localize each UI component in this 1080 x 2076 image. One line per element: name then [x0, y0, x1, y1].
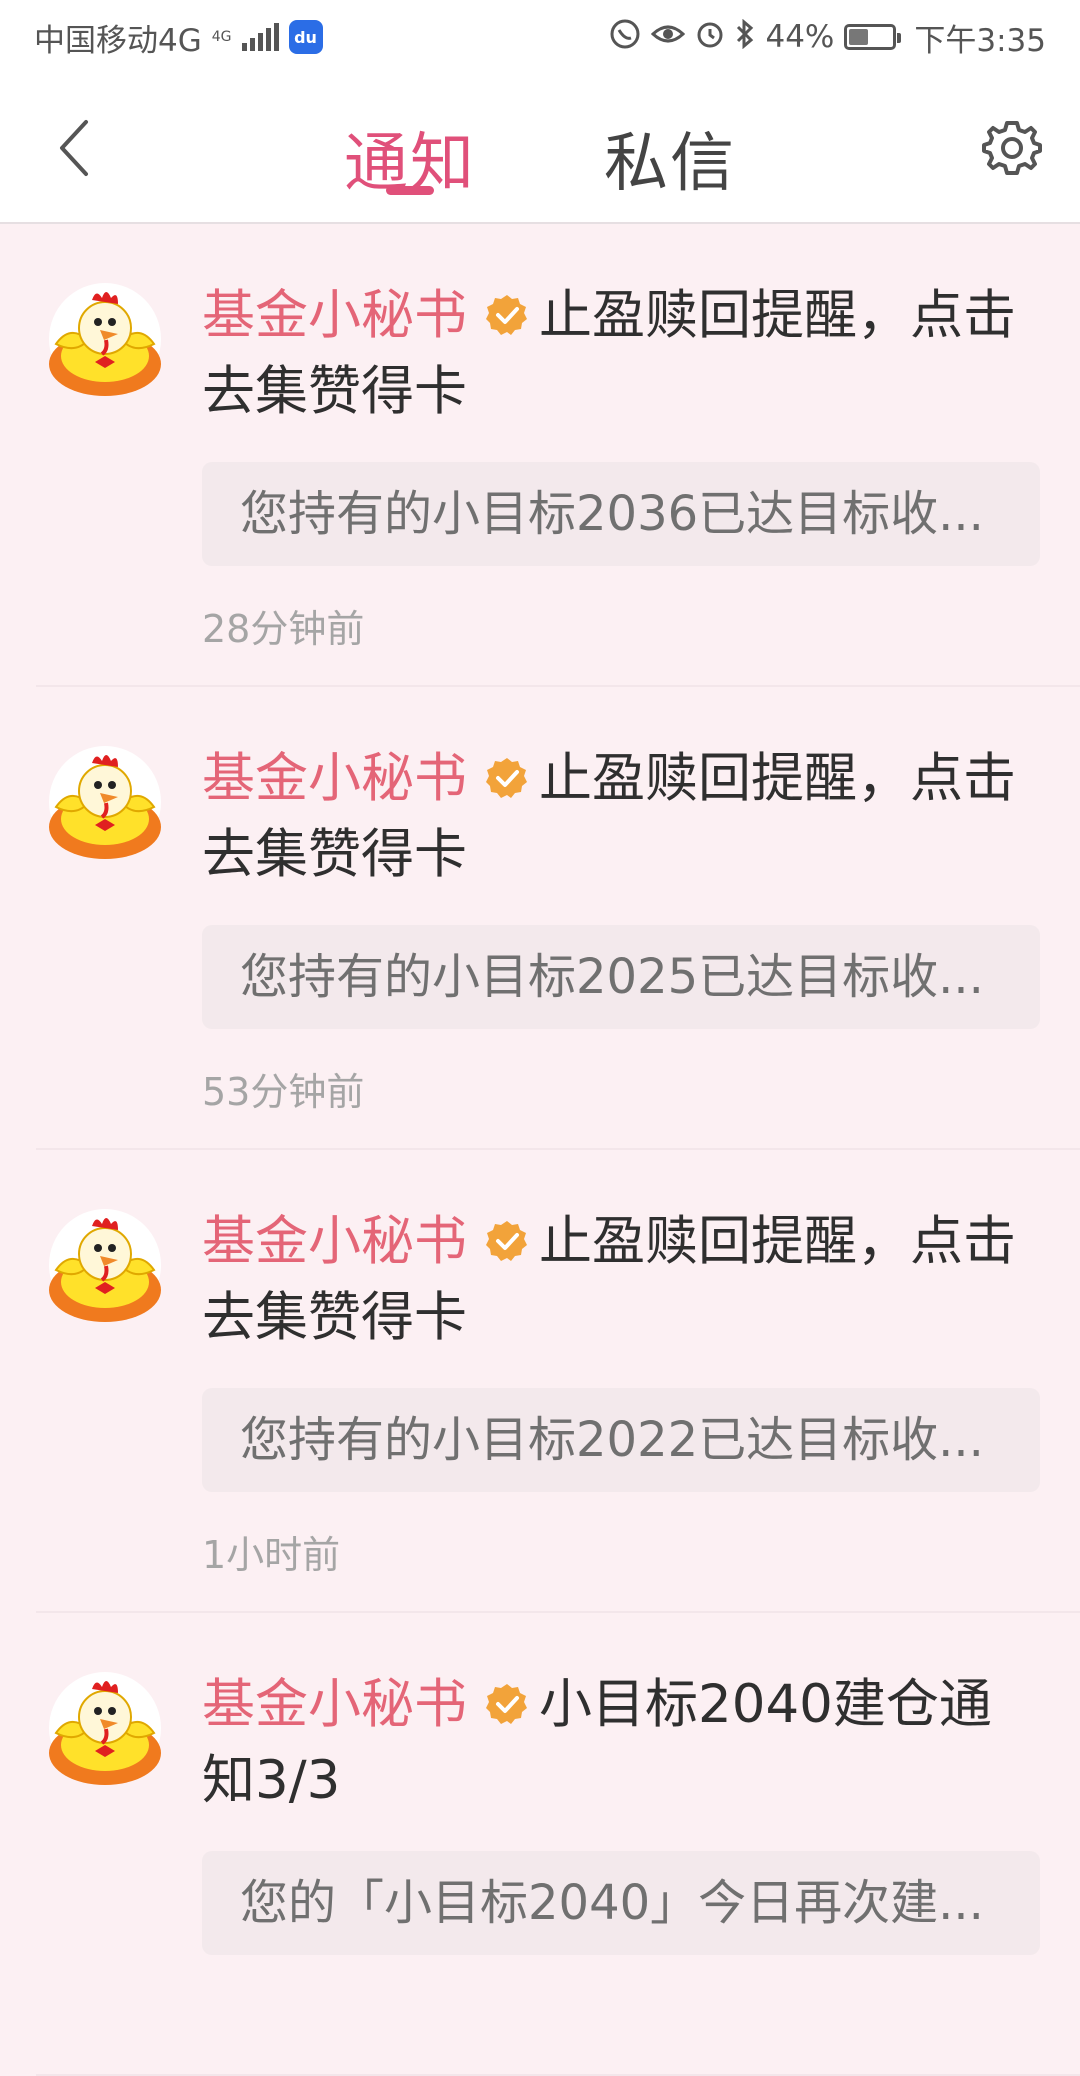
- sender-name: 基金小秘书: [202, 1211, 467, 1272]
- avatar: [48, 1671, 162, 1785]
- timestamp: 1小时前: [202, 1533, 341, 1577]
- chicken-mascot-icon: [49, 283, 161, 396]
- verified-badge-icon: [485, 282, 529, 335]
- verified-badge-icon: [485, 1208, 529, 1261]
- back-button[interactable]: [44, 110, 104, 186]
- status-bar: 中国移动4G 4G du 44% 下午3:35: [0, 0, 1080, 74]
- gear-icon: [982, 121, 1042, 175]
- baidu-app-icon: du: [288, 20, 323, 54]
- notification-title: 基金小秘书 小目标2040建仓通知3/3: [202, 1667, 1042, 1819]
- alarm-icon: [695, 19, 725, 56]
- signal-icon: [241, 23, 279, 51]
- timestamp: 28分钟前: [202, 607, 365, 651]
- status-bar-right: 44% 下午3:35: [609, 15, 1046, 60]
- notification-title: 基金小秘书 止盈赎回提醒，点击去集赞得卡: [202, 278, 1042, 430]
- notification-list: 基金小秘书 止盈赎回提醒，点击去集赞得卡 您持有的小目标2036已达目标收... …: [0, 224, 1080, 2076]
- network-badge: 4G: [211, 29, 232, 45]
- battery-icon: [844, 24, 902, 50]
- message-preview[interactable]: 您持有的小目标2036已达目标收...: [202, 462, 1040, 566]
- clock: 下午3:35: [914, 22, 1046, 59]
- avatar: [48, 1208, 162, 1322]
- chevron-left-icon: [60, 120, 88, 176]
- message-preview[interactable]: 您持有的小目标2022已达目标收...: [202, 1388, 1040, 1492]
- sender-name: 基金小秘书: [202, 285, 467, 346]
- message-preview[interactable]: 您的「小目标2040」今日再次建...: [202, 1851, 1040, 1955]
- verified-badge-icon: [485, 1671, 529, 1724]
- status-bar-left: 中国移动4G 4G du: [34, 15, 323, 60]
- top-nav: 通知 私信: [0, 74, 1080, 224]
- sender-name: 基金小秘书: [202, 1674, 467, 1735]
- notification-title: 基金小秘书 止盈赎回提醒，点击去集赞得卡: [202, 1204, 1042, 1356]
- verified-badge-icon: [485, 745, 529, 798]
- notification-item[interactable]: 基金小秘书 止盈赎回提醒，点击去集赞得卡 您持有的小目标2036已达目标收... …: [0, 224, 1080, 687]
- eye-icon: [651, 20, 686, 55]
- bluetooth-icon: [735, 18, 755, 56]
- notification-title: 基金小秘书 止盈赎回提醒，点击去集赞得卡: [202, 741, 1042, 893]
- chicken-mascot-icon: [49, 1209, 161, 1322]
- hd-call-icon: [609, 18, 641, 57]
- settings-button[interactable]: [972, 110, 1052, 186]
- notification-item[interactable]: 基金小秘书 止盈赎回提醒，点击去集赞得卡 您持有的小目标2025已达目标收... …: [0, 687, 1080, 1150]
- avatar: [48, 282, 162, 396]
- chicken-mascot-icon: [49, 1672, 161, 1785]
- notification-item[interactable]: 基金小秘书 止盈赎回提醒，点击去集赞得卡 您持有的小目标2022已达目标收... …: [0, 1150, 1080, 1613]
- chicken-mascot-icon: [49, 746, 161, 859]
- tab-private-messages[interactable]: 私信: [604, 112, 736, 204]
- battery-percent: 44%: [765, 19, 835, 55]
- timestamp: 53分钟前: [202, 1070, 365, 1114]
- notification-item[interactable]: 基金小秘书 小目标2040建仓通知3/3 您的「小目标2040」今日再次建...: [0, 1613, 1080, 2076]
- sender-name: 基金小秘书: [202, 748, 467, 809]
- avatar: [48, 745, 162, 859]
- carrier-label: 中国移动4G: [34, 22, 202, 59]
- active-tab-indicator: [386, 186, 434, 195]
- message-preview[interactable]: 您持有的小目标2025已达目标收...: [202, 925, 1040, 1029]
